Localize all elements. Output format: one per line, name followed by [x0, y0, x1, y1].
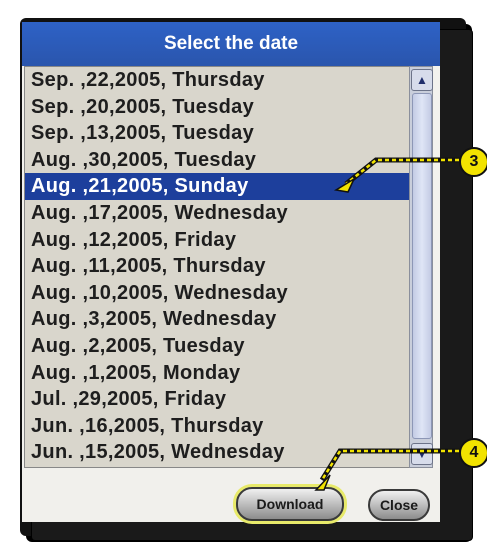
date-item[interactable]: Jun. ,16,2005, Thursday — [25, 413, 409, 440]
date-list[interactable]: Sep. ,22,2005, Thursday Sep. ,20,2005, Tu… — [24, 66, 410, 468]
date-item[interactable]: Aug. ,12,2005, Friday — [25, 227, 409, 254]
date-item[interactable]: Aug. ,10,2005, Wednesday — [25, 280, 409, 307]
download-button[interactable]: Download — [236, 487, 344, 521]
scrollbar-thumb[interactable] — [412, 93, 432, 439]
date-item[interactable]: Aug. ,30,2005, Tuesday — [25, 147, 409, 174]
date-item[interactable]: Jun. ,15,2005, Wednesday — [25, 439, 409, 466]
callout-step-4: 4 — [459, 438, 487, 468]
date-item[interactable]: Sep. ,20,2005, Tuesday — [25, 94, 409, 121]
close-button[interactable]: Close — [368, 489, 430, 521]
chevron-down-icon[interactable]: ▼ — [411, 443, 433, 465]
date-item[interactable]: Aug. ,2,2005, Tuesday — [25, 333, 409, 360]
date-item-selected[interactable]: Aug. ,21,2005, Sunday — [25, 173, 409, 200]
scrollbar[interactable]: ▲ ▼ — [409, 66, 433, 468]
date-item[interactable]: Sep. ,22,2005, Thursday — [25, 67, 409, 94]
date-item[interactable]: Sep. ,13,2005, Tuesday — [25, 120, 409, 147]
chevron-up-icon[interactable]: ▲ — [411, 69, 433, 91]
date-item[interactable]: Jul. ,29,2005, Friday — [25, 386, 409, 413]
dialog-title: Select the date — [22, 22, 440, 66]
date-item[interactable]: Aug. ,1,2005, Monday — [25, 360, 409, 387]
callout-step-3: 3 — [459, 147, 487, 177]
date-item[interactable]: Aug. ,11,2005, Thursday — [25, 253, 409, 280]
date-item[interactable]: Aug. ,17,2005, Wednesday — [25, 200, 409, 227]
date-item[interactable]: Aug. ,3,2005, Wednesday — [25, 306, 409, 333]
